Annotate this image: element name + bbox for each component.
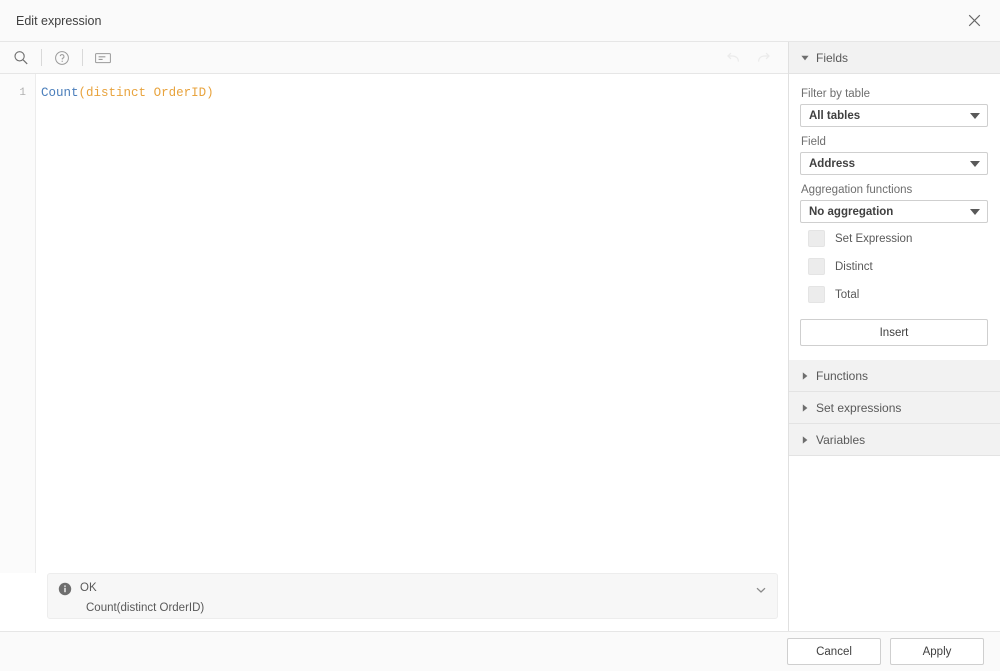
section-label-fields: Fields (816, 50, 849, 65)
snippet-glyph (95, 52, 111, 63)
close-glyph (968, 14, 980, 27)
validation-preview: Count(distinct OrderID) (86, 602, 205, 614)
chevron-down-icon[interactable] (753, 582, 769, 598)
expression-snippet-icon[interactable] (88, 45, 118, 71)
token-keyword: distinct (86, 86, 147, 100)
token-open-paren: ( (78, 86, 87, 100)
triangle-right-glyph (802, 403, 808, 412)
checkbox-set-expression[interactable]: Set Expression (800, 226, 988, 251)
chevron-right-icon (799, 435, 811, 444)
section-header-functions[interactable]: Functions (789, 360, 1000, 392)
checkbox-box (808, 286, 825, 303)
aggregation-select[interactable]: No aggregation (800, 200, 988, 223)
field-select[interactable]: Address (800, 152, 988, 175)
redo-icon[interactable] (748, 45, 778, 71)
checkbox-box (808, 230, 825, 247)
dialog-title: Edit expression (16, 13, 102, 28)
close-icon[interactable] (960, 7, 988, 35)
field-value: Address (809, 157, 856, 170)
chevron-down-icon (970, 160, 980, 167)
editor-toolbar (0, 42, 788, 74)
line-number: 1 (19, 87, 26, 99)
edit-expression-dialog: Edit expression 1 Count(distinct OrderID… (0, 0, 1000, 671)
section-label-functions: Functions (816, 368, 869, 383)
filter-by-table-value: All tables (809, 109, 861, 122)
line-number-gutter: 1 (0, 74, 36, 573)
validation-zone: OK Count(distinct OrderID) (0, 573, 788, 631)
toolbar-divider-1 (41, 49, 42, 66)
redo-glyph (757, 52, 770, 62)
triangle-down-glyph (801, 55, 809, 60)
checkbox-label: Total (835, 288, 860, 301)
filter-by-table-label: Filter by table (801, 88, 871, 100)
help-glyph (55, 50, 69, 65)
search-icon[interactable] (6, 45, 36, 71)
fields-section-body: Filter by table All tables Field Address… (789, 74, 1000, 360)
help-circle-icon[interactable] (47, 45, 77, 71)
dialog-body: 1 Count(distinct OrderID) OK Count(disti… (0, 42, 1000, 632)
aggregation-functions-label: Aggregation functions (801, 184, 913, 196)
code-text-area[interactable]: Count(distinct OrderID) (36, 74, 788, 573)
checkbox-distinct[interactable]: Distinct (800, 254, 988, 279)
info-glyph (58, 582, 72, 596)
validation-texts: OK Count(distinct OrderID) (80, 581, 753, 616)
field-label: Field (801, 136, 826, 148)
search-glyph (14, 50, 28, 64)
token-close-paren: ) (206, 86, 214, 100)
validation-status: OK (80, 582, 97, 594)
chevron-down-glyph (756, 587, 766, 593)
code-line-1: Count(distinct OrderID) (41, 85, 788, 102)
insert-button[interactable]: Insert (800, 319, 988, 346)
undo-glyph (726, 52, 739, 62)
toolbar-divider-2 (82, 49, 83, 66)
code-editor[interactable]: 1 Count(distinct OrderID) (0, 74, 788, 573)
side-panel-filler (789, 456, 1000, 631)
checkbox-total[interactable]: Total (800, 282, 988, 307)
section-label-set-expressions: Set expressions (816, 400, 902, 415)
checkbox-label: Distinct (835, 260, 873, 273)
apply-button[interactable]: Apply (890, 638, 984, 665)
chevron-right-icon (799, 403, 811, 412)
aggregation-value: No aggregation (809, 205, 894, 218)
info-icon (58, 582, 72, 596)
section-header-fields[interactable]: Fields (789, 42, 1000, 74)
section-header-variables[interactable]: Variables (789, 424, 1000, 456)
triangle-right-glyph (802, 435, 808, 444)
expression-editor-column: 1 Count(distinct OrderID) OK Count(disti… (0, 42, 789, 631)
cancel-button[interactable]: Cancel (787, 638, 881, 665)
dialog-titlebar: Edit expression (0, 0, 1000, 42)
checkbox-box (808, 258, 825, 275)
chevron-down-icon (799, 55, 811, 61)
expression-side-panel: Fields Filter by table All tables Field … (789, 42, 1000, 631)
section-label-variables: Variables (816, 432, 866, 447)
dialog-footer: Cancel Apply (0, 632, 1000, 671)
token-field: OrderID (153, 86, 207, 100)
chevron-down-icon (970, 208, 980, 215)
checkbox-label: Set Expression (835, 232, 913, 245)
chevron-right-icon (799, 371, 811, 380)
section-header-set-expressions[interactable]: Set expressions (789, 392, 1000, 424)
undo-icon[interactable] (718, 45, 748, 71)
validation-panel[interactable]: OK Count(distinct OrderID) (47, 573, 778, 619)
filter-by-table-select[interactable]: All tables (800, 104, 988, 127)
token-function: Count (41, 86, 79, 100)
triangle-right-glyph (802, 371, 808, 380)
chevron-down-icon (970, 112, 980, 119)
